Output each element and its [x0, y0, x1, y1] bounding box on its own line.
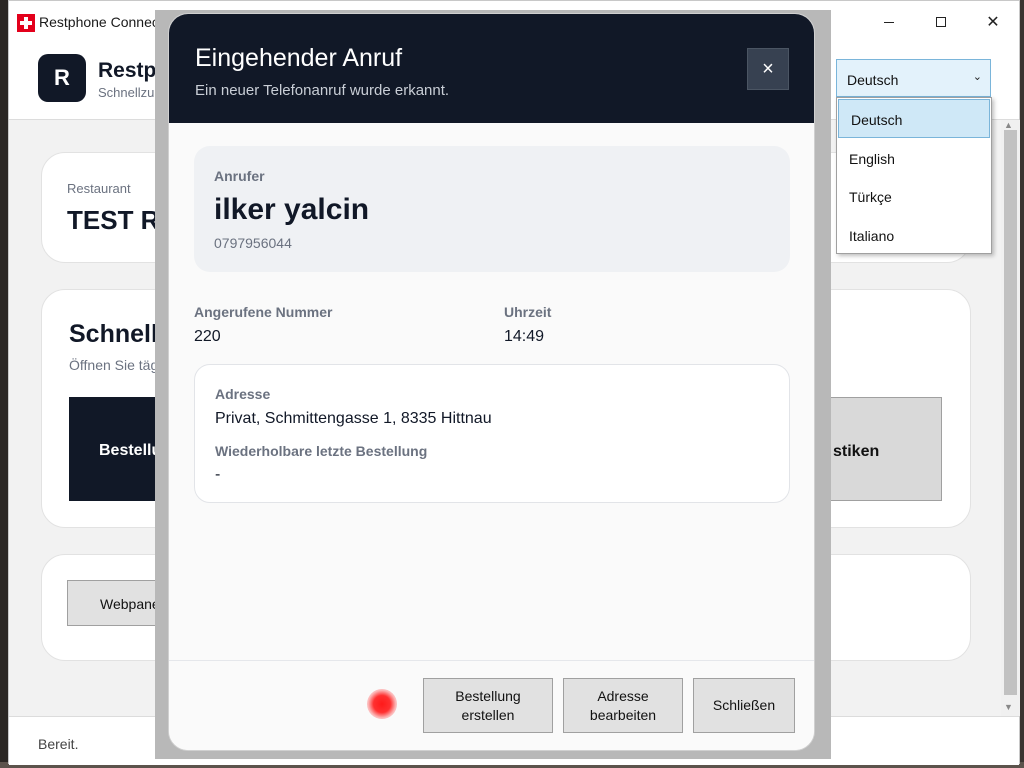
create-order-button[interactable]: Bestellung erstellen [423, 678, 553, 733]
minimize-icon [884, 21, 894, 23]
incoming-call-dialog: Eingehender Anruf Ein neuer Telefonanruf… [168, 13, 815, 751]
close-dialog-button[interactable]: Schließen [693, 678, 795, 733]
last-order-value: - [215, 466, 221, 483]
app-logo: R [38, 54, 86, 102]
language-dropdown-menu: Deutsch English Türkçe Italiano [836, 97, 992, 254]
vertical-scrollbar[interactable]: ▲ ▼ [1001, 120, 1020, 716]
language-select[interactable]: Deutsch ⌄ [836, 59, 991, 97]
language-option-deutsch[interactable]: Deutsch [838, 99, 990, 138]
restaurant-label: Restaurant [67, 181, 131, 196]
close-x-icon: ✕ [986, 14, 1000, 31]
scroll-down-icon[interactable]: ▼ [1004, 702, 1013, 712]
called-number-value: 220 [194, 328, 221, 345]
called-number-label: Angerufene Nummer [194, 304, 333, 320]
last-order-label: Wiederholbare letzte Bestellung [215, 443, 428, 459]
caller-number: 0797956044 [214, 235, 292, 251]
window-controls: ✕ [863, 1, 1019, 43]
scroll-thumb[interactable] [1004, 130, 1017, 695]
window-close-button[interactable]: ✕ [967, 1, 1019, 43]
recording-dot-icon [367, 689, 397, 719]
caller-card: Anrufer ilker yalcin 0797956044 [194, 146, 790, 272]
dialog-subtitle: Ein neuer Telefonanruf wurde erkannt. [195, 82, 450, 99]
dialog-header: Eingehender Anruf Ein neuer Telefonanruf… [169, 14, 814, 123]
close-icon: × [762, 57, 774, 80]
address-card: Adresse Privat, Schmittengasse 1, 8335 H… [194, 364, 790, 503]
dialog-footer: Bestellung erstellen Adresse bearbeiten … [169, 660, 814, 750]
maximize-button[interactable] [915, 1, 967, 43]
address-value: Privat, Schmittengasse 1, 8335 Hittnau [215, 410, 492, 427]
time-value: 14:49 [504, 328, 545, 345]
chevron-down-icon: ⌄ [972, 71, 982, 83]
language-select-value: Deutsch [847, 72, 899, 88]
background-left [0, 0, 8, 768]
dialog-body: Anrufer ilker yalcin 0797956044 Angerufe… [169, 123, 814, 660]
language-option-italiano[interactable]: Italiano [837, 216, 991, 255]
dialog-title: Eingehender Anruf [195, 44, 403, 72]
maximize-icon [936, 17, 946, 27]
caller-label: Anrufer [214, 168, 265, 184]
edit-address-button[interactable]: Adresse bearbeiten [563, 678, 683, 733]
minimize-button[interactable] [863, 1, 915, 43]
caller-name: ilker yalcin [214, 193, 370, 226]
app-subtitle: Schnellzu [98, 85, 155, 100]
window-title: Restphone Connecto [39, 14, 171, 30]
dialog-close-button[interactable]: × [747, 48, 789, 90]
language-option-english[interactable]: English [837, 139, 991, 178]
status-text: Bereit. [38, 736, 79, 752]
quick-access-subtitle: Öffnen Sie täg [69, 357, 159, 373]
scroll-up-icon[interactable]: ▲ [1004, 120, 1013, 130]
time-label: Uhrzeit [504, 304, 552, 320]
address-label: Adresse [215, 386, 271, 402]
swiss-flag-icon [17, 14, 35, 32]
language-option-turkce[interactable]: Türkçe [837, 177, 991, 216]
